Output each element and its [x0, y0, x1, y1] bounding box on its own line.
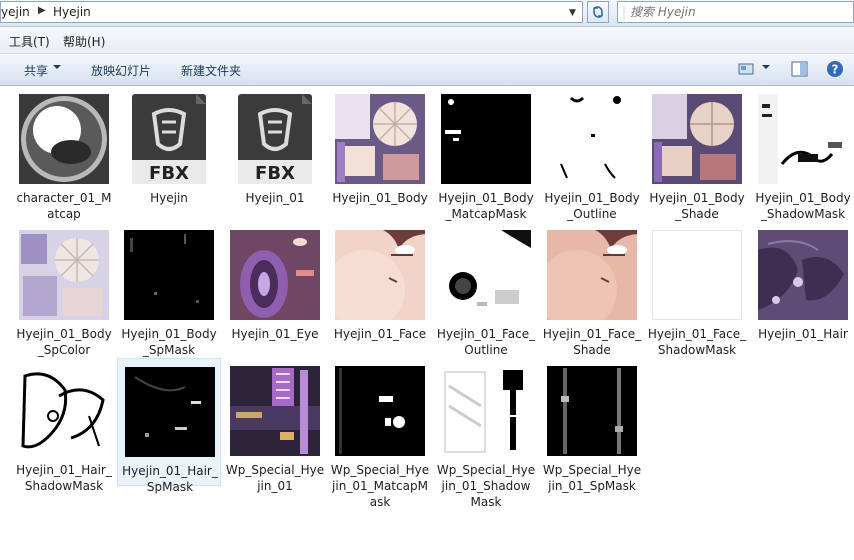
refresh-button[interactable] — [587, 1, 609, 23]
refresh-icon — [593, 6, 603, 18]
texture-thumbnail — [125, 367, 215, 457]
texture-thumbnail — [230, 230, 320, 320]
texture-thumbnail — [547, 230, 637, 320]
texture-thumbnail — [441, 94, 531, 184]
file-item[interactable]: Wp_Special_Hye jin_01_SpMask — [540, 358, 644, 493]
file-item[interactable]: character_01_M atcap — [12, 86, 116, 221]
file-item[interactable]: Wp_Special_Hye jin_01_Shadow Mask — [434, 358, 538, 509]
history-dropdown-icon[interactable]: ▼ — [569, 8, 576, 18]
file-item[interactable]: Hyejin_01_Body _MatcapMask — [434, 86, 538, 221]
texture-thumbnail — [441, 230, 531, 320]
search-box[interactable] — [617, 1, 854, 23]
fbx-file-icon: FBX — [124, 94, 214, 184]
texture-thumbnail — [19, 94, 109, 184]
menu-tools[interactable]: 工具(T) — [9, 33, 50, 50]
file-item[interactable]: Hyejin_01_Hair_ SpMask — [117, 358, 221, 494]
file-name: Hyejin_01_Body _Outline — [544, 191, 640, 221]
file-name: Hyejin_01_Body _SpMask — [121, 327, 217, 357]
fbx-file-icon: FBX — [230, 94, 320, 184]
texture-thumbnail — [652, 230, 742, 320]
file-item[interactable]: Hyejin_01_Face — [328, 222, 432, 350]
texture-thumbnail — [335, 94, 425, 184]
view-dropdown-icon[interactable] — [762, 65, 770, 69]
file-item[interactable]: Hyejin_01_Body _Shade — [645, 86, 749, 221]
file-name: character_01_M atcap — [16, 191, 112, 221]
breadcrumb-root[interactable]: yejin — [1, 5, 30, 19]
help-icon[interactable]: ? — [826, 60, 844, 78]
file-name: Hyejin_01_Hair — [758, 327, 848, 341]
slideshow-button[interactable]: 放映幻灯片 — [91, 62, 151, 79]
file-name: Wp_Special_Hye jin_01_MatcapM ask — [330, 463, 430, 509]
file-item[interactable]: Wp_Special_Hye jin_01_MatcapM ask — [328, 358, 432, 509]
file-item[interactable]: Hyejin_01_Body _Outline — [540, 86, 644, 221]
texture-thumbnail — [758, 230, 848, 320]
file-item[interactable]: Hyejin_01_Body _SpMask — [117, 222, 221, 357]
share-dropdown-icon[interactable] — [53, 65, 61, 69]
new-folder-button[interactable]: 新建文件夹 — [181, 62, 241, 79]
file-item[interactable]: Hyejin_01_Body — [328, 86, 432, 214]
file-name: Hyejin_01_Face — [333, 327, 427, 341]
file-name: Hyejin_01_Face_ Shade — [542, 327, 642, 357]
command-bar: 共享 放映幻灯片 新建文件夹 ? — [0, 54, 854, 86]
file-name: Wp_Special_Hye jin_01_SpMask — [542, 463, 642, 493]
file-name: Hyejin_01_Body _Shade — [649, 191, 745, 221]
file-item[interactable]: FBX Hyejin_01 — [223, 86, 327, 214]
file-item[interactable]: Hyejin_01_Face_ ShadowMask — [645, 222, 749, 357]
svg-text:FBX: FBX — [255, 163, 295, 184]
file-item[interactable]: Wp_Special_Hye jin_01 — [223, 358, 327, 493]
texture-thumbnail — [758, 94, 848, 184]
file-name: Hyejin_01_Body _SpColor — [16, 327, 112, 357]
file-name: Hyejin_01_Face_ Outline — [436, 327, 536, 357]
file-name: Wp_Special_Hye jin_01_Shadow Mask — [436, 463, 536, 509]
file-item[interactable]: FBX Hyejin — [117, 86, 221, 214]
file-name: Hyejin_01_Body _MatcapMask — [438, 191, 534, 221]
breadcrumb-current[interactable]: Hyejin — [53, 5, 91, 19]
menu-help[interactable]: 帮助(H) — [63, 33, 105, 50]
texture-thumbnail — [441, 366, 531, 456]
file-item[interactable]: Hyejin_01_Face_ Outline — [434, 222, 538, 357]
file-list: character_01_M atcap FBX Hyejin FBX Hyejin_0… — [0, 86, 854, 560]
search-divider-icon — [623, 6, 625, 20]
file-name: Hyejin — [150, 191, 188, 205]
menu-bar: 工具(T) 帮助(H) — [0, 27, 854, 54]
texture-thumbnail — [230, 366, 320, 456]
texture-thumbnail — [19, 366, 109, 456]
share-button[interactable]: 共享 — [24, 62, 48, 79]
file-name: Hyejin_01_Face_ ShadowMask — [647, 327, 747, 357]
breadcrumb[interactable]: yejin ▶ Hyejin ▼ — [0, 1, 583, 23]
file-item[interactable]: Hyejin_01_Body _ShadowMask — [751, 86, 854, 221]
file-item[interactable]: Hyejin_01_Face_ Shade — [540, 222, 644, 357]
file-name: Hyejin_01_Eye — [231, 327, 319, 341]
texture-thumbnail — [652, 94, 742, 184]
file-name: Hyejin_01_Hair_ SpMask — [122, 464, 218, 494]
texture-thumbnail — [124, 230, 214, 320]
file-name: Hyejin_01_Hair_ ShadowMask — [16, 463, 112, 493]
file-item[interactable]: Hyejin_01_Hair_ ShadowMask — [12, 358, 116, 493]
breadcrumb-arrow-icon[interactable]: ▶ — [38, 5, 46, 16]
file-name: Hyejin_01_Body — [332, 191, 428, 205]
file-item[interactable]: Hyejin_01_Hair — [751, 222, 854, 350]
svg-text:?: ? — [832, 63, 839, 77]
address-bar: yejin ▶ Hyejin ▼ — [0, 0, 854, 27]
svg-text:FBX: FBX — [149, 163, 189, 184]
texture-thumbnail — [19, 230, 109, 320]
texture-thumbnail — [335, 366, 425, 456]
preview-pane-icon[interactable] — [791, 61, 808, 77]
file-name: Hyejin_01_Body _ShadowMask — [755, 191, 851, 221]
search-input[interactable] — [628, 4, 832, 20]
texture-thumbnail — [335, 230, 425, 320]
file-item[interactable]: Hyejin_01_Body _SpColor — [12, 222, 116, 357]
texture-thumbnail — [547, 94, 637, 184]
file-name: Hyejin_01 — [245, 191, 305, 205]
view-options-icon[interactable] — [738, 61, 754, 77]
file-name: Wp_Special_Hye jin_01 — [225, 463, 325, 493]
texture-thumbnail — [547, 366, 637, 456]
file-item[interactable]: Hyejin_01_Eye — [223, 222, 327, 350]
